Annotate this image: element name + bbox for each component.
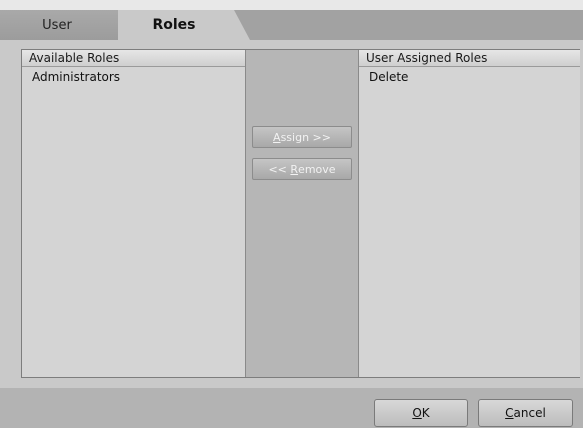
assign-button[interactable]: Assign >>: [252, 126, 352, 148]
window-top-strip: [0, 0, 583, 10]
assigned-roles-list[interactable]: User Assigned Roles Delete: [358, 50, 580, 377]
available-roles-list[interactable]: Available Roles Administrators: [22, 50, 246, 377]
tab-roles-label: Roles: [152, 17, 196, 33]
remove-prefix: <<: [268, 162, 291, 176]
remove-label: emove: [298, 162, 336, 176]
list-item[interactable]: Administrators: [22, 67, 245, 87]
cancel-label: ancel: [513, 406, 546, 420]
assigned-roles-header[interactable]: User Assigned Roles: [359, 50, 580, 67]
assign-mnemonic: A: [273, 130, 281, 144]
tab-roles[interactable]: Roles: [118, 10, 250, 40]
tab-user-label: User: [42, 17, 72, 33]
cancel-mnemonic: C: [505, 406, 514, 420]
role-actions-column: Assign >> << Remove: [246, 50, 358, 377]
ok-button[interactable]: OK: [374, 399, 468, 427]
remove-button[interactable]: << Remove: [252, 158, 352, 180]
assign-label: ssign >>: [280, 130, 331, 144]
available-roles-header[interactable]: Available Roles: [22, 50, 245, 67]
ok-mnemonic: O: [412, 406, 422, 420]
ok-label: K: [421, 406, 430, 420]
roles-tab-content: Available Roles Administrators Assign >>…: [0, 40, 583, 388]
tab-user[interactable]: User: [0, 10, 128, 40]
tab-bar: User Roles: [0, 10, 583, 40]
cancel-button[interactable]: Cancel: [478, 399, 573, 427]
remove-mnemonic: R: [290, 162, 299, 176]
list-item[interactable]: Delete: [359, 67, 580, 87]
roles-panel: Available Roles Administrators Assign >>…: [21, 49, 580, 378]
